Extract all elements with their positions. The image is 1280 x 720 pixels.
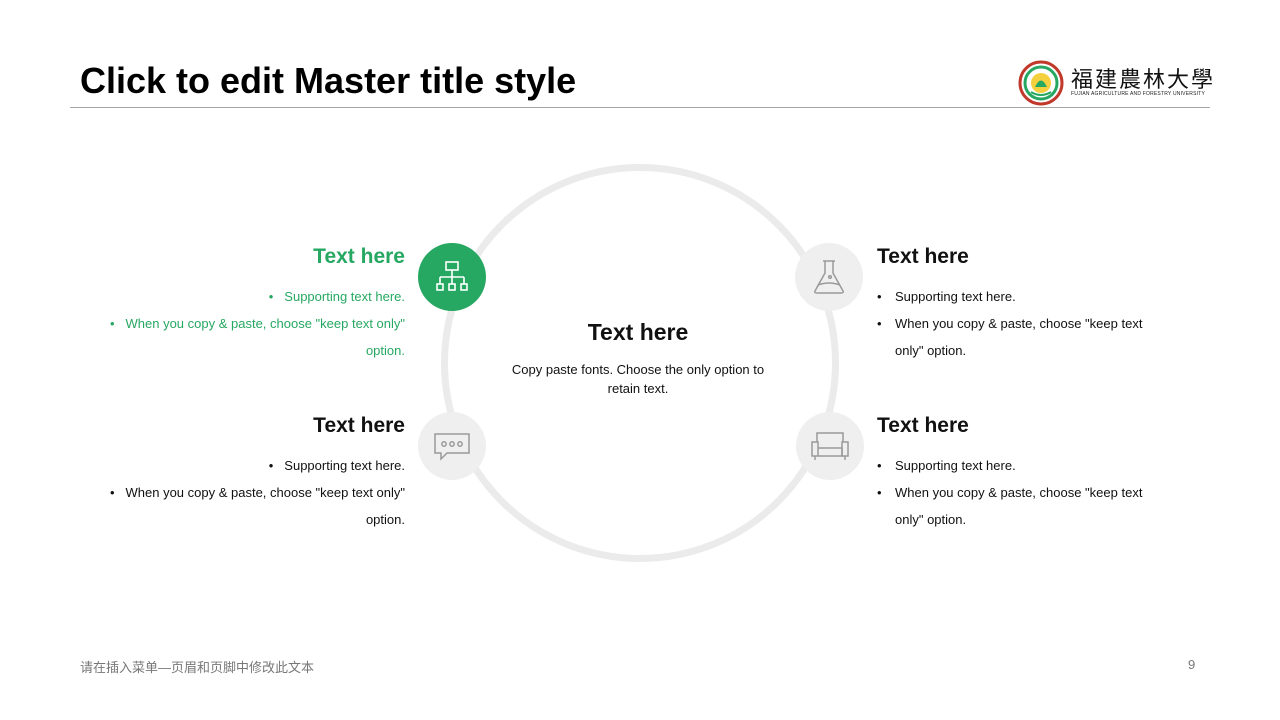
center-text: Text here Copy paste fonts. Choose the o… [508, 319, 768, 398]
bullet-item[interactable]: Supporting text here. [877, 452, 1162, 479]
bullet-item[interactable]: When you copy & paste, choose "keep text… [877, 310, 1162, 364]
bullet-item[interactable]: When you copy & paste, choose "keep text… [105, 479, 406, 533]
university-logo: 福建農林大學 FUJIAN AGRICULTURE AND FORESTRY U… [1018, 58, 1216, 106]
university-emblem-icon [1018, 60, 1064, 106]
chat-bubble-icon-circle [418, 412, 486, 480]
org-chart-icon-circle [418, 243, 486, 311]
org-chart-icon [436, 261, 468, 291]
center-heading[interactable]: Text here [508, 319, 768, 346]
block-top-right: Text here Supporting text here. When you… [877, 245, 1162, 364]
slide-title[interactable]: Click to edit Master title style [80, 60, 576, 102]
block-heading[interactable]: Text here [877, 245, 1162, 269]
block-top-left: Text here Supporting text here. When you… [105, 245, 406, 364]
center-body[interactable]: Copy paste fonts. Choose the only option… [508, 360, 768, 398]
sofa-icon [811, 432, 849, 460]
title-divider [70, 107, 1210, 108]
block-heading[interactable]: Text here [877, 414, 1162, 438]
logo-wordmark: 福建農林大學 [1071, 68, 1216, 93]
block-bottom-left: Text here Supporting text here. When you… [105, 414, 406, 533]
block-heading[interactable]: Text here [105, 414, 405, 438]
sofa-icon-circle [796, 412, 864, 480]
bullet-item[interactable]: Supporting text here. [105, 283, 405, 310]
chat-bubble-icon [434, 433, 470, 461]
block-bottom-right: Text here Supporting text here. When you… [877, 414, 1162, 533]
footer-text[interactable]: 请在插入菜单—页眉和页脚中修改此文本 [80, 657, 314, 676]
page-number: 9 [1188, 657, 1196, 672]
flask-icon [814, 260, 844, 294]
block-heading[interactable]: Text here [105, 245, 405, 269]
flask-icon-circle [795, 243, 863, 311]
bullet-item[interactable]: When you copy & paste, choose "keep text… [877, 479, 1162, 533]
bullet-item[interactable]: When you copy & paste, choose "keep text… [105, 310, 406, 364]
bullet-item[interactable]: Supporting text here. [877, 283, 1162, 310]
logo-subtitle: FUJIAN AGRICULTURE AND FORESTRY UNIVERSI… [1071, 91, 1205, 97]
bullet-item[interactable]: Supporting text here. [105, 452, 405, 479]
